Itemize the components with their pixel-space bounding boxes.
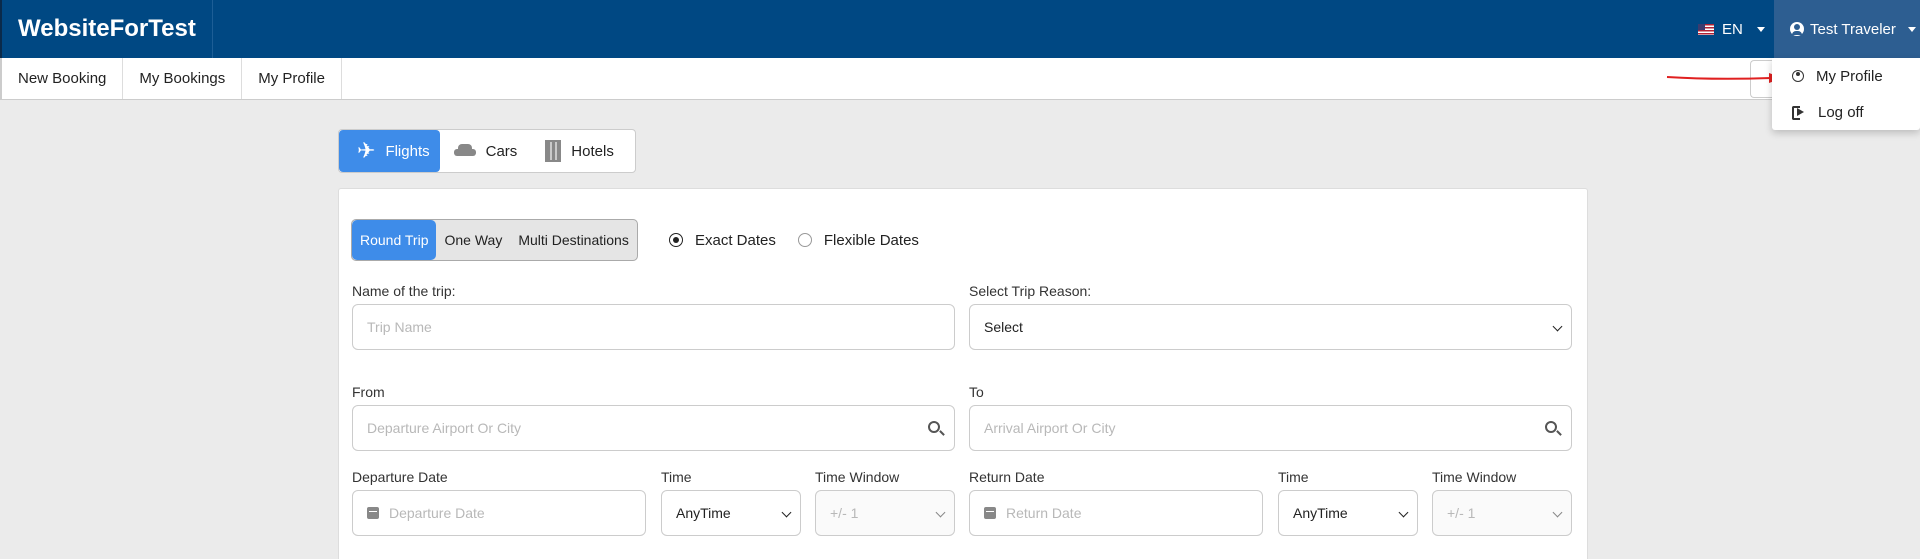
trip-type-multi-destinations[interactable]: Multi Destinations xyxy=(510,220,637,260)
departure-window-select[interactable]: +/- 1 xyxy=(815,490,955,536)
trip-type-one-way[interactable]: One Way xyxy=(436,220,510,260)
user-dropdown-menu: My Profile Log off xyxy=(1772,58,1920,130)
from-label: From xyxy=(352,384,385,400)
from-input[interactable]: Departure Airport Or City xyxy=(352,405,955,451)
return-time-label: Time xyxy=(1278,469,1309,485)
trip-reason-label: Select Trip Reason: xyxy=(969,283,1092,299)
chevron-down-icon xyxy=(1552,507,1563,518)
return-window-value: +/- 1 xyxy=(1447,505,1476,521)
tab-flights[interactable]: ✈ Flights xyxy=(339,130,440,172)
nav-my-bookings[interactable]: My Bookings xyxy=(123,58,243,99)
language-label: EN xyxy=(1722,20,1743,38)
departure-date-input[interactable]: Departure Date xyxy=(352,490,646,536)
return-window-label: Time Window xyxy=(1432,469,1517,485)
tab-label: Cars xyxy=(485,142,518,160)
car-icon xyxy=(453,144,476,158)
product-tabs: ✈ Flights Cars Hotels xyxy=(338,129,636,173)
return-time-select[interactable]: AnyTime xyxy=(1278,490,1418,536)
menu-item-label: Log off xyxy=(1818,103,1864,121)
user-circle-icon xyxy=(1790,22,1804,36)
calendar-icon xyxy=(367,507,379,519)
date-mode-radios: Exact Dates Flexible Dates xyxy=(659,219,919,261)
trip-reason-select[interactable]: Select xyxy=(969,304,1572,350)
user-name: Test Traveler xyxy=(1810,20,1896,38)
to-placeholder: Arrival Airport Or City xyxy=(984,420,1116,436)
calendar-icon xyxy=(984,507,996,519)
chevron-down-icon xyxy=(1756,26,1765,32)
search-icon xyxy=(928,421,940,433)
trip-type-round-trip[interactable]: Round Trip xyxy=(352,220,437,260)
return-date-label: Return Date xyxy=(969,469,1045,485)
departure-time-select[interactable]: AnyTime xyxy=(661,490,801,536)
departure-time-value: AnyTime xyxy=(676,505,731,521)
search-icon xyxy=(1545,421,1557,433)
chevron-down-icon xyxy=(1552,321,1563,332)
exact-dates-radio[interactable] xyxy=(669,233,683,247)
return-date-placeholder: Return Date xyxy=(1006,505,1082,521)
flexible-dates-label: Flexible Dates xyxy=(823,231,919,249)
brand-logo[interactable]: WebsiteForTest xyxy=(18,0,213,58)
to-label: To xyxy=(969,384,984,400)
user-menu-toggle[interactable]: Test Traveler xyxy=(1774,0,1920,58)
departure-time-label: Time xyxy=(661,469,692,485)
annotation-arrow xyxy=(1666,73,1783,83)
trip-reason-value: Select xyxy=(984,319,1023,335)
log-off-icon xyxy=(1792,106,1806,120)
exact-dates-label: Exact Dates xyxy=(695,231,776,249)
trip-name-input[interactable]: Trip Name xyxy=(352,304,955,350)
to-input[interactable]: Arrival Airport Or City xyxy=(969,405,1572,451)
chevron-down-icon xyxy=(1398,507,1409,518)
chevron-down-icon xyxy=(1907,26,1916,32)
departure-date-placeholder: Departure Date xyxy=(389,505,485,521)
language-selector[interactable]: EN xyxy=(1682,0,1781,58)
plane-icon: ✈ xyxy=(357,138,376,163)
nav-my-profile[interactable]: My Profile xyxy=(242,58,342,99)
return-window-select[interactable]: +/- 1 xyxy=(1432,490,1572,536)
trip-name-placeholder: Trip Name xyxy=(367,319,432,335)
trip-name-label: Name of the trip: xyxy=(352,283,456,299)
departure-date-label: Departure Date xyxy=(352,469,448,485)
tab-hotels[interactable]: Hotels xyxy=(531,130,628,172)
user-circle-icon xyxy=(1792,70,1804,82)
secondary-nav: New Booking My Bookings My Profile xyxy=(0,58,1920,100)
nav-new-booking[interactable]: New Booking xyxy=(2,58,124,99)
flexible-dates-radio[interactable] xyxy=(797,233,812,247)
return-time-value: AnyTime xyxy=(1293,505,1348,521)
menu-item-log-off[interactable]: Log off xyxy=(1772,94,1920,130)
return-date-input[interactable]: Return Date xyxy=(969,490,1263,536)
top-header: WebsiteForTest EN Test Traveler xyxy=(0,0,1920,58)
tab-cars[interactable]: Cars xyxy=(440,130,532,172)
tab-label: Flights xyxy=(385,142,430,160)
us-flag-icon xyxy=(1698,23,1714,35)
departure-window-value: +/- 1 xyxy=(830,505,859,521)
departure-window-label: Time Window xyxy=(815,469,900,485)
flight-search-card: Round Trip One Way Multi Destinations Ex… xyxy=(338,188,1588,559)
tab-label: Hotels xyxy=(571,142,614,160)
from-placeholder: Departure Airport Or City xyxy=(367,420,522,436)
chevron-down-icon xyxy=(935,507,946,518)
trip-type-toggle: Round Trip One Way Multi Destinations xyxy=(351,219,638,261)
hotel-icon xyxy=(545,140,562,162)
menu-item-my-profile[interactable]: My Profile xyxy=(1772,58,1920,94)
chevron-down-icon xyxy=(781,507,792,518)
menu-item-label: My Profile xyxy=(1816,67,1883,85)
